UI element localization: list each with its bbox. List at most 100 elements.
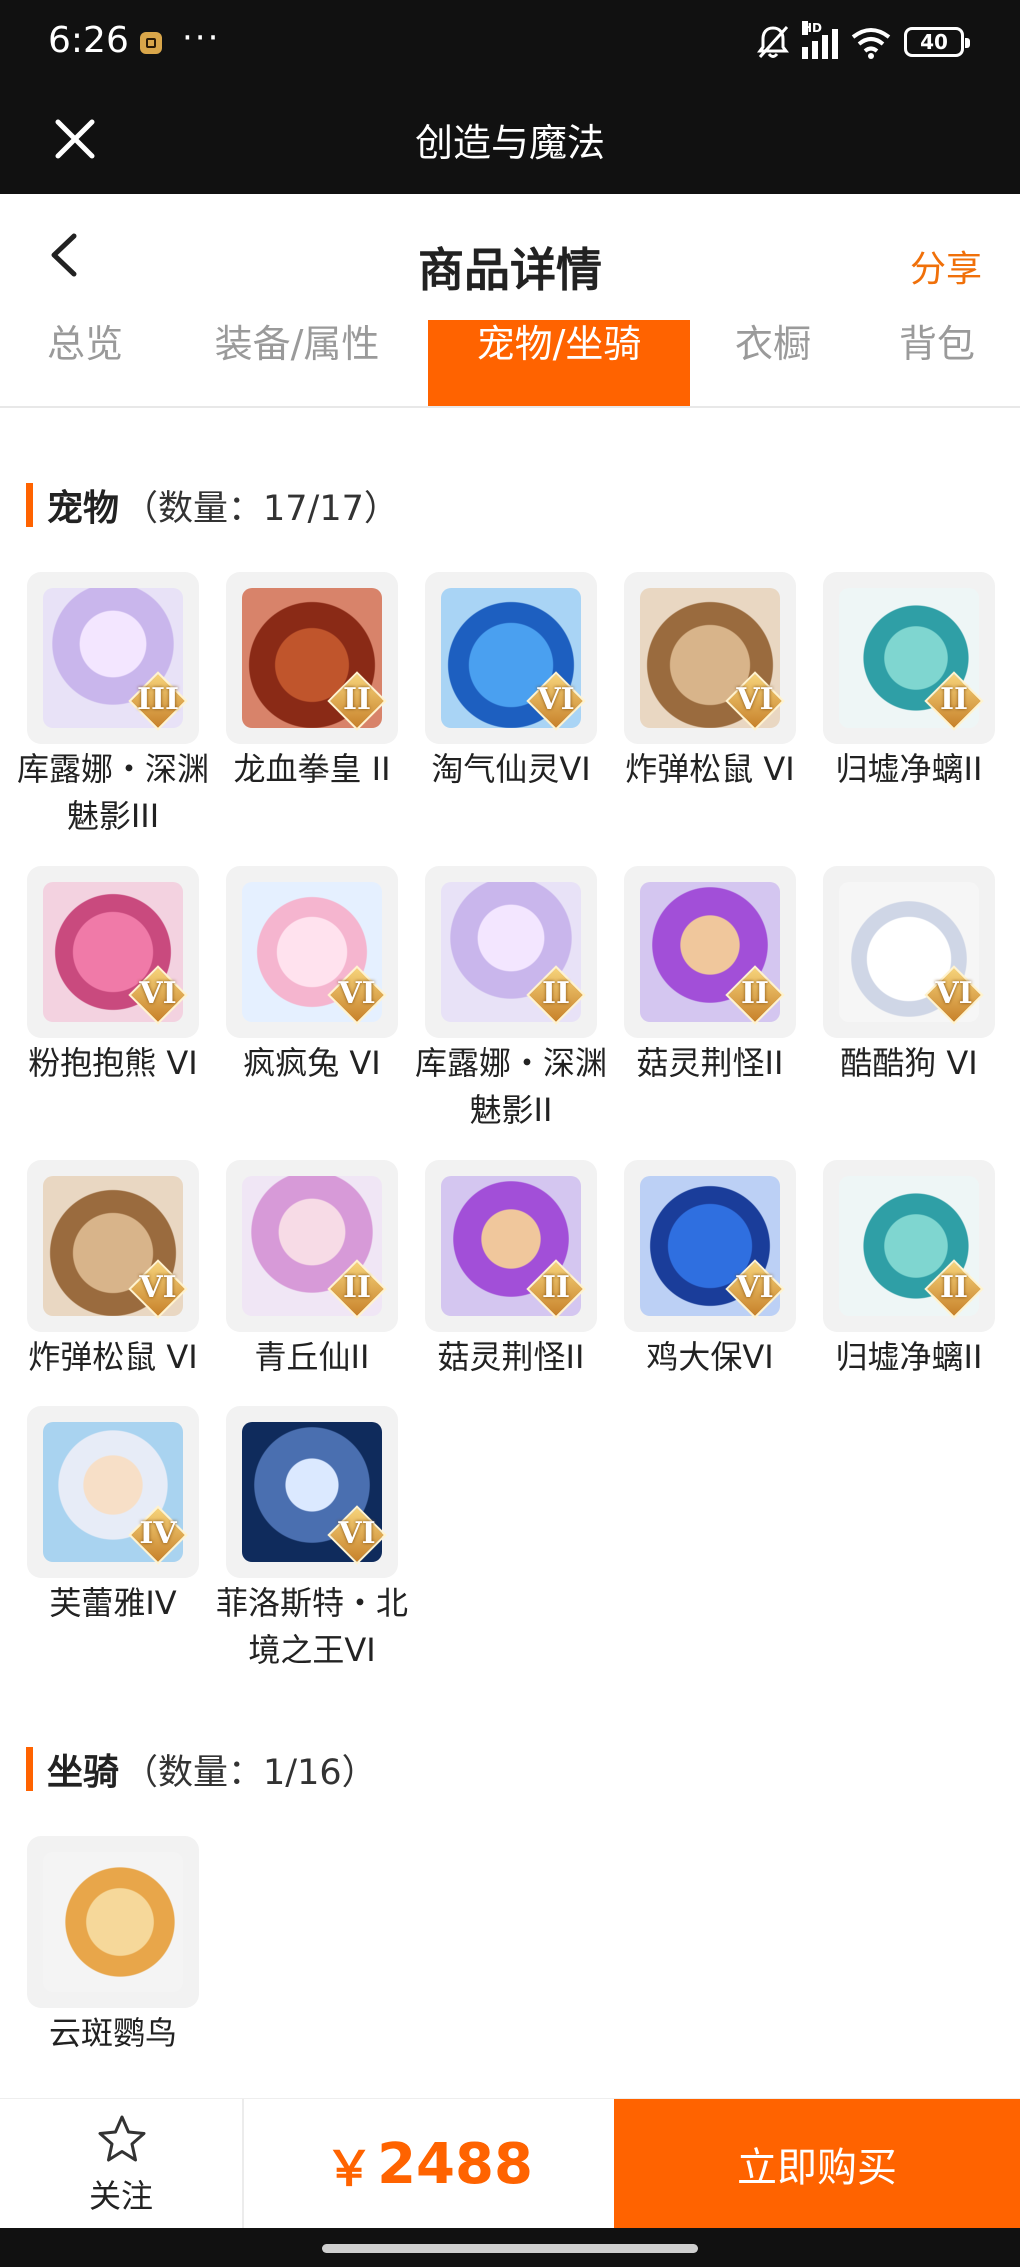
pet-item[interactable]: II 菇灵荆怪II	[624, 866, 796, 1087]
pet-thumbnail[interactable]: II	[425, 866, 597, 1038]
battery-icon: 40	[904, 27, 970, 57]
pet-name: 菇灵荆怪II	[437, 1338, 585, 1376]
bottom-action-bar: 关注 ￥ 2488 立即购买	[0, 2098, 1020, 2229]
pet-thumbnail[interactable]: II	[226, 572, 398, 744]
pet-thumbnail[interactable]: VI	[823, 866, 995, 1038]
page-title: 商品详情	[418, 243, 602, 297]
section-accent-bar	[26, 1747, 33, 1791]
pets-section-header: 宠物 （数量：17/17）	[26, 480, 399, 530]
status-time: 6:26	[48, 20, 129, 61]
pet-name: 鸡大保VI	[646, 1338, 774, 1376]
pet-item[interactable]: VI 炸弹松鼠 VI	[27, 1160, 199, 1381]
section-accent-bar	[26, 483, 33, 527]
pet-thumbnail[interactable]: VI	[27, 866, 199, 1038]
mount-thumbnail[interactable]	[27, 1836, 199, 2008]
pet-name: 菲洛斯特・北境之王VI	[215, 1584, 408, 1669]
grade-badge-icon: VI	[128, 1259, 188, 1319]
pet-item[interactable]: VI 淘气仙灵VI	[425, 572, 597, 793]
follow-label: 关注	[88, 2177, 153, 2215]
grade-badge-icon: VI	[327, 1505, 387, 1565]
pet-thumbnail[interactable]: II	[823, 572, 995, 744]
grade-badge-icon: II	[327, 671, 387, 731]
pet-name: 青丘仙II	[254, 1338, 370, 1376]
pet-name: 粉抱抱熊 VI	[28, 1044, 198, 1082]
pet-item[interactable]: VI 炸弹松鼠 VI	[624, 572, 796, 793]
grade-badge-icon: IV	[128, 1505, 188, 1565]
pet-name: 芙蕾雅IV	[49, 1584, 177, 1622]
pet-name: 库露娜・深渊魅影III	[16, 750, 209, 835]
grade-badge-icon: II	[725, 965, 785, 1025]
pet-item[interactable]: II 菇灵荆怪II	[425, 1160, 597, 1381]
system-nav-bar	[0, 2228, 1020, 2267]
battery-level: 40	[920, 30, 948, 54]
status-bar: 6:26 ··· HD 40	[0, 0, 1020, 88]
pet-name: 酷酷狗 VI	[840, 1044, 978, 1082]
grade-badge-icon: VI	[725, 671, 785, 731]
price-value: 2488	[377, 2131, 533, 2197]
grade-badge-icon: VI	[327, 965, 387, 1025]
grade-badge-icon: II	[327, 1259, 387, 1319]
pets-count: （数量：17/17）	[123, 488, 399, 529]
tab-overview[interactable]: 总览	[30, 320, 140, 406]
pet-thumbnail[interactable]: II	[425, 1160, 597, 1332]
tab-wardrobe[interactable]: 衣橱	[718, 320, 828, 406]
pet-item[interactable]: II 归墟净螭II	[823, 1160, 995, 1381]
signal-icon: HD	[802, 21, 838, 59]
pet-item[interactable]: II 库露娜・深渊魅影II	[415, 866, 607, 1134]
share-button[interactable]: 分享	[910, 240, 982, 292]
pet-item[interactable]: IV 芙蕾雅IV	[27, 1406, 199, 1627]
mount-name: 云斑鹦鸟	[48, 2014, 177, 2052]
pet-thumbnail[interactable]: III	[27, 572, 199, 744]
mounts-section-title: 坐骑	[47, 1752, 120, 1793]
pet-name: 菇灵荆怪II	[636, 1044, 784, 1082]
pet-name: 炸弹松鼠 VI	[28, 1338, 198, 1376]
pet-name: 淘气仙灵VI	[431, 750, 591, 788]
pet-item[interactable]: VI 鸡大保VI	[624, 1160, 796, 1381]
grade-badge-icon: VI	[725, 1259, 785, 1319]
pet-item[interactable]: VI 粉抱抱熊 VI	[27, 866, 199, 1087]
pet-thumbnail[interactable]: IV	[27, 1406, 199, 1578]
webview-title: 创造与魔法	[414, 121, 605, 165]
follow-button[interactable]: 关注	[0, 2099, 244, 2229]
grade-badge-icon: VI	[128, 965, 188, 1025]
bell-muted-icon	[757, 25, 789, 59]
pet-thumbnail[interactable]: II	[226, 1160, 398, 1332]
home-indicator[interactable]	[322, 2244, 698, 2253]
mounts-count: （数量：1/16）	[123, 1752, 377, 1793]
pet-thumbnail[interactable]: VI	[226, 866, 398, 1038]
pet-name: 炸弹松鼠 VI	[625, 750, 795, 788]
pet-thumbnail[interactable]: II	[823, 1160, 995, 1332]
pet-name: 龙血拳皇 II	[233, 750, 391, 788]
pet-thumbnail[interactable]: VI	[27, 1160, 199, 1332]
pet-thumbnail[interactable]: VI	[226, 1406, 398, 1578]
star-icon	[98, 2115, 146, 2162]
pet-item[interactable]: II 青丘仙II	[226, 1160, 398, 1381]
tab-backpack[interactable]: 背包	[882, 320, 992, 406]
pet-name: 归墟净螭II	[835, 750, 983, 788]
pet-item[interactable]: II 归墟净螭II	[823, 572, 995, 793]
pet-item[interactable]: VI 菲洛斯特・北境之王VI	[216, 1406, 408, 1674]
webview-titlebar: 创造与魔法	[0, 88, 1020, 194]
mount-item[interactable]: 云斑鹦鸟	[27, 1836, 199, 2057]
pet-name: 疯疯兔 VI	[243, 1044, 381, 1082]
wifi-icon	[851, 28, 891, 59]
pet-item[interactable]: III 库露娜・深渊魅影III	[17, 572, 209, 840]
grade-badge-icon: II	[526, 965, 586, 1025]
pet-item[interactable]: II 龙血拳皇 II	[226, 572, 398, 793]
grade-badge-icon: II	[526, 1259, 586, 1319]
grade-badge-icon: II	[924, 1259, 984, 1319]
pet-thumbnail[interactable]: VI	[624, 572, 796, 744]
page-header: 商品详情 分享	[0, 194, 1020, 314]
pet-thumbnail[interactable]: VI	[425, 572, 597, 744]
tab-equipment[interactable]: 装备/属性	[200, 320, 394, 406]
pet-thumbnail[interactable]: II	[624, 866, 796, 1038]
pet-item[interactable]: VI 酷酷狗 VI	[823, 866, 995, 1087]
pet-thumbnail[interactable]: VI	[624, 1160, 796, 1332]
buy-now-button[interactable]: 立即购买	[614, 2099, 1020, 2229]
more-notifications-icon: ···	[182, 18, 221, 58]
tab-pets-mounts[interactable]: 宠物/坐骑	[428, 320, 690, 406]
mount-image	[43, 1852, 183, 1992]
pet-name: 归墟净螭II	[835, 1338, 983, 1376]
pet-item[interactable]: VI 疯疯兔 VI	[226, 866, 398, 1087]
price: ￥ 2488	[244, 2099, 614, 2229]
